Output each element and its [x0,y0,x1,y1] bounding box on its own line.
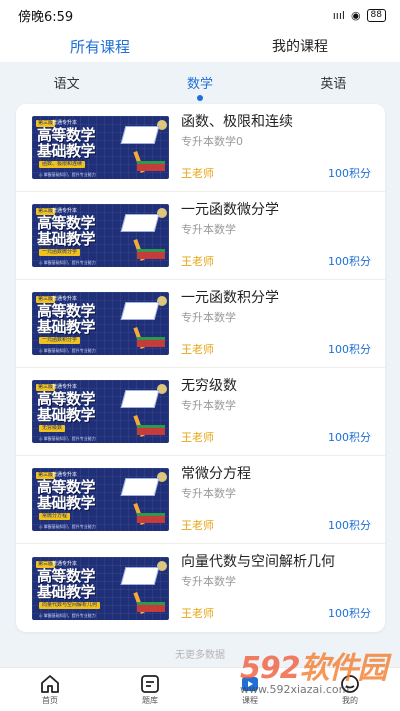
book-stack-icon [137,249,165,259]
nav-home-label: 首页 [42,695,58,705]
course-thumbnail: 第三版 普通专升本 高等数学 基础教学 函数、极限和连续 ◎ 掌握基础知识，提升… [32,116,169,179]
subject-tab-chinese[interactable]: 语文 [0,73,133,92]
course-list: 第三版 普通专升本 高等数学 基础教学 函数、极限和连续 ◎ 掌握基础知识，提升… [16,104,385,632]
course-thumbnail: 第三版 普通专升本 高等数学 基础教学 常微分方程 ◎ 掌握基础知识，提升专业能… [32,468,169,531]
book-stack-icon [137,425,165,435]
thumbnail-chapter-chip: 常微分方程 [39,513,71,520]
book-stack-icon [137,337,165,347]
watermark-logo: 592软件园 www.592xiazai.com [240,653,388,699]
nav-home[interactable]: 首页 [0,668,100,711]
top-tabs: 所有课程 我的课程 [0,30,400,62]
course-item[interactable]: 第三版 普通专升本 高等数学 基础教学 常微分方程 ◎ 掌握基础知识，提升专业能… [16,456,385,544]
course-teacher: 王老师 [181,430,214,444]
course-price: 100积分 [328,254,371,268]
open-book-icon [120,126,160,144]
status-bar: 傍晚6:59 ıııl ◉ 88 [0,0,400,30]
course-subtitle: 专升本数学 [181,398,236,412]
course-title: 一元函数积分学 [181,289,279,306]
thumbnail-footer: ◎ 掌握基础知识，提升专业能力 [39,260,96,265]
battery-icon: 88 [366,8,386,22]
course-item[interactable]: 第三版 普通专升本 高等数学 基础教学 向量代数与空间解析几何 ◎ 掌握基础知识… [16,544,385,632]
thumbnail-title-line2: 基础教学 [37,230,96,248]
course-title: 一元函数微分学 [181,201,279,218]
course-teacher: 王老师 [181,607,214,620]
course-info: 一元函数积分学 专升本数学 王老师 100积分 [181,289,371,359]
course-title: 常微分方程 [181,465,251,482]
thumbnail-footer: ◎ 掌握基础知识，提升专业能力 [39,612,96,618]
course-item[interactable]: 第三版 普通专升本 高等数学 基础教学 函数、极限和连续 ◎ 掌握基础知识，提升… [16,104,385,192]
thumbnail-title-line2: 基础教学 [37,406,96,424]
subject-tabs: 语文 数学 英语 [0,62,400,102]
thumbnail-footer: ◎ 掌握基础知识，提升专业能力 [39,436,96,441]
course-info: 无穷级数 专升本数学 王老师 100积分 [181,377,371,447]
thumbnail-chapter-chip: 向量代数与空间解析几何 [39,601,101,609]
tab-all-courses[interactable]: 所有课程 [0,36,200,57]
thumbnail-title-line2: 基础教学 [37,582,96,601]
course-teacher: 王老师 [181,254,214,268]
open-book-icon [120,214,160,232]
course-teacher: 王老师 [181,518,214,532]
course-price: 100积分 [328,342,371,356]
subject-tab-math[interactable]: 数学 [133,73,266,92]
course-title: 向量代数与空间解析几何 [181,554,335,570]
subject-tab-english[interactable]: 英语 [267,73,400,92]
open-book-icon [120,478,160,496]
question-bank-icon [139,674,161,694]
course-info: 函数、极限和连续 专升本数学0 王老师 100积分 [181,113,371,183]
course-thumbnail: 第三版 普通专升本 高等数学 基础教学 向量代数与空间解析几何 ◎ 掌握基础知识… [32,556,169,620]
open-book-icon [120,390,160,408]
status-time: 傍晚6:59 [18,9,74,25]
signal-icon: ıııl [332,8,345,22]
wifi-icon: ◉ [350,8,361,22]
thumbnail-title-line2: 基础教学 [37,142,96,160]
course-thumbnail: 第三版 普通专升本 高等数学 基础教学 一元函数积分学 ◎ 掌握基础知识，提升专… [32,292,169,355]
course-title: 无穷级数 [181,377,237,394]
status-icons: ıııl ◉ 88 [332,8,386,22]
course-item[interactable]: 第三版 普通专升本 高等数学 基础教学 一元函数微分学 ◎ 掌握基础知识，提升专… [16,192,385,280]
course-price: 100积分 [328,607,371,620]
thumbnail-chapter-chip: 一元函数积分学 [39,337,81,344]
open-book-icon [120,302,160,320]
thumbnail-title-line2: 基础教学 [37,494,96,512]
course-teacher: 王老师 [181,342,214,356]
watermark-brand-number: 592 [240,651,301,686]
book-stack-icon [137,513,165,523]
course-teacher: 王老师 [181,166,214,180]
nav-question-bank[interactable]: 题库 [100,668,200,711]
watermark-brand-text: 软件园 [299,651,388,686]
course-price: 100积分 [328,166,371,180]
course-info: 向量代数与空间解析几何 专升本数学 王老师 100积分 [181,553,371,623]
course-thumbnail: 第三版 普通专升本 高等数学 基础教学 无穷级数 ◎ 掌握基础知识，提升专业能力 [32,380,169,443]
course-subtitle: 专升本数学 [181,222,236,236]
book-stack-icon [137,601,165,612]
course-subtitle: 专升本数学 [181,486,236,500]
course-subtitle: 专升本数学0 [181,134,243,148]
thumbnail-chapter-chip: 无穷级数 [39,425,66,432]
open-book-icon [120,566,160,585]
course-thumbnail: 第三版 普通专升本 高等数学 基础教学 一元函数微分学 ◎ 掌握基础知识，提升专… [32,204,169,267]
course-price: 100积分 [328,430,371,444]
thumbnail-chapter-chip: 函数、极限和连续 [39,161,86,168]
thumbnail-footer: ◎ 掌握基础知识，提升专业能力 [39,172,96,177]
course-subtitle: 专升本数学 [181,310,236,324]
thumbnail-footer: ◎ 掌握基础知识，提升专业能力 [39,348,96,353]
course-title: 函数、极限和连续 [181,113,293,130]
nav-question-bank-label: 题库 [142,695,158,705]
thumbnail-chapter-chip: 一元函数微分学 [39,249,81,256]
course-subtitle: 专升本数学 [181,575,236,588]
course-info: 常微分方程 专升本数学 王老师 100积分 [181,465,371,535]
watermark-brand: 592软件园 [240,653,388,685]
course-item[interactable]: 第三版 普通专升本 高等数学 基础教学 无穷级数 ◎ 掌握基础知识，提升专业能力… [16,368,385,456]
home-icon [39,674,61,694]
course-info: 一元函数微分学 专升本数学 王老师 100积分 [181,201,371,271]
tab-my-courses[interactable]: 我的课程 [200,36,400,56]
course-item[interactable]: 第三版 普通专升本 高等数学 基础教学 一元函数积分学 ◎ 掌握基础知识，提升专… [16,280,385,368]
book-stack-icon [137,161,165,171]
thumbnail-title-line1: 高等数学 [37,566,96,585]
thumbnail-footer: ◎ 掌握基础知识，提升专业能力 [39,524,96,529]
thumbnail-title-line2: 基础教学 [37,318,96,336]
course-price: 100积分 [328,518,371,532]
